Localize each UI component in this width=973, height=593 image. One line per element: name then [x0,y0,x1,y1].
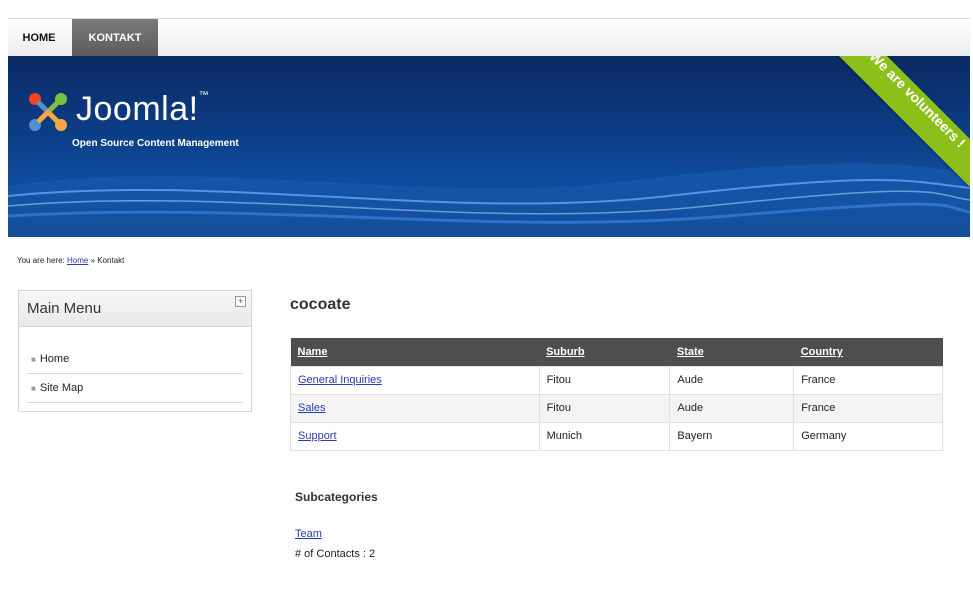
contact-name-cell: Sales [290,393,540,423]
contact-link[interactable]: Sales [298,402,326,414]
table-row: Sales Fitou Aude France [290,393,943,423]
table-row: Support Munich Bayern Germany [290,421,943,451]
contact-name-cell: Support [290,421,540,451]
contact-name-cell: General Inquiries [290,365,540,395]
table-header-row: Name Suburb State Country [290,338,943,366]
page-title: cocoate [290,296,351,313]
main-menu-list: ■ Home ■ Site Map [19,345,251,403]
expand-toggle-icon[interactable]: + [235,296,246,307]
column-header-country[interactable]: Country [793,338,943,366]
suburb-cell: Munich [538,421,671,451]
breadcrumb-prefix: You are here: [17,256,65,265]
table-row: General Inquiries Fitou Aude France [290,365,943,395]
bullet-icon: ■ [31,384,36,393]
sidebar-item-site-map[interactable]: ■ Site Map [27,374,243,403]
country-cell: Germany [793,421,943,451]
state-cell: Aude [669,365,795,395]
main-menu-module: Main Menu + ■ Home ■ Site Map [18,290,252,412]
logo-tagline: Open Source Content Management [72,138,239,149]
sidebar-item-label: Site Map [39,382,84,394]
logo-text: Joomla!™ [76,90,210,128]
state-cell: Bayern [669,421,795,451]
contacts-count: # of Contacts : 2 [295,548,376,560]
state-cell: Aude [669,393,795,423]
tab-home[interactable]: HOME [8,19,70,57]
subcategory-team-link[interactable]: Team [295,528,322,540]
main-menu-header: Main Menu + [19,291,251,327]
joomla-logo-icon [29,93,67,131]
subcategories-heading: Subcategories [295,490,378,504]
main-menu-title: Main Menu [27,300,102,317]
breadcrumb-home-link[interactable]: Home [67,256,88,265]
column-header-suburb[interactable]: Suburb [539,338,670,366]
breadcrumb-separator: » [90,256,96,265]
contacts-table: Name Suburb State Country General Inquir… [290,338,943,451]
breadcrumb-current: Kontakt [97,256,125,265]
suburb-cell: Fitou [538,365,671,395]
suburb-cell: Fitou [538,393,671,423]
contact-link[interactable]: General Inquiries [298,374,382,386]
top-nav: HOME KONTAKT [8,18,970,57]
contact-link[interactable]: Support [298,430,337,442]
sidebar-item-label: Home [39,353,70,365]
tab-kontakt[interactable]: KONTAKT [72,19,158,57]
sidebar-item-home[interactable]: ■ Home [27,345,243,374]
header-banner: Joomla!™ Open Source Content Management … [8,56,970,237]
breadcrumb: You are here: Home » Kontakt [17,256,124,265]
country-cell: France [793,393,943,423]
bullet-icon: ■ [31,355,36,364]
country-cell: France [793,365,943,395]
column-header-name[interactable]: Name [290,338,540,366]
column-header-state[interactable]: State [669,338,794,366]
